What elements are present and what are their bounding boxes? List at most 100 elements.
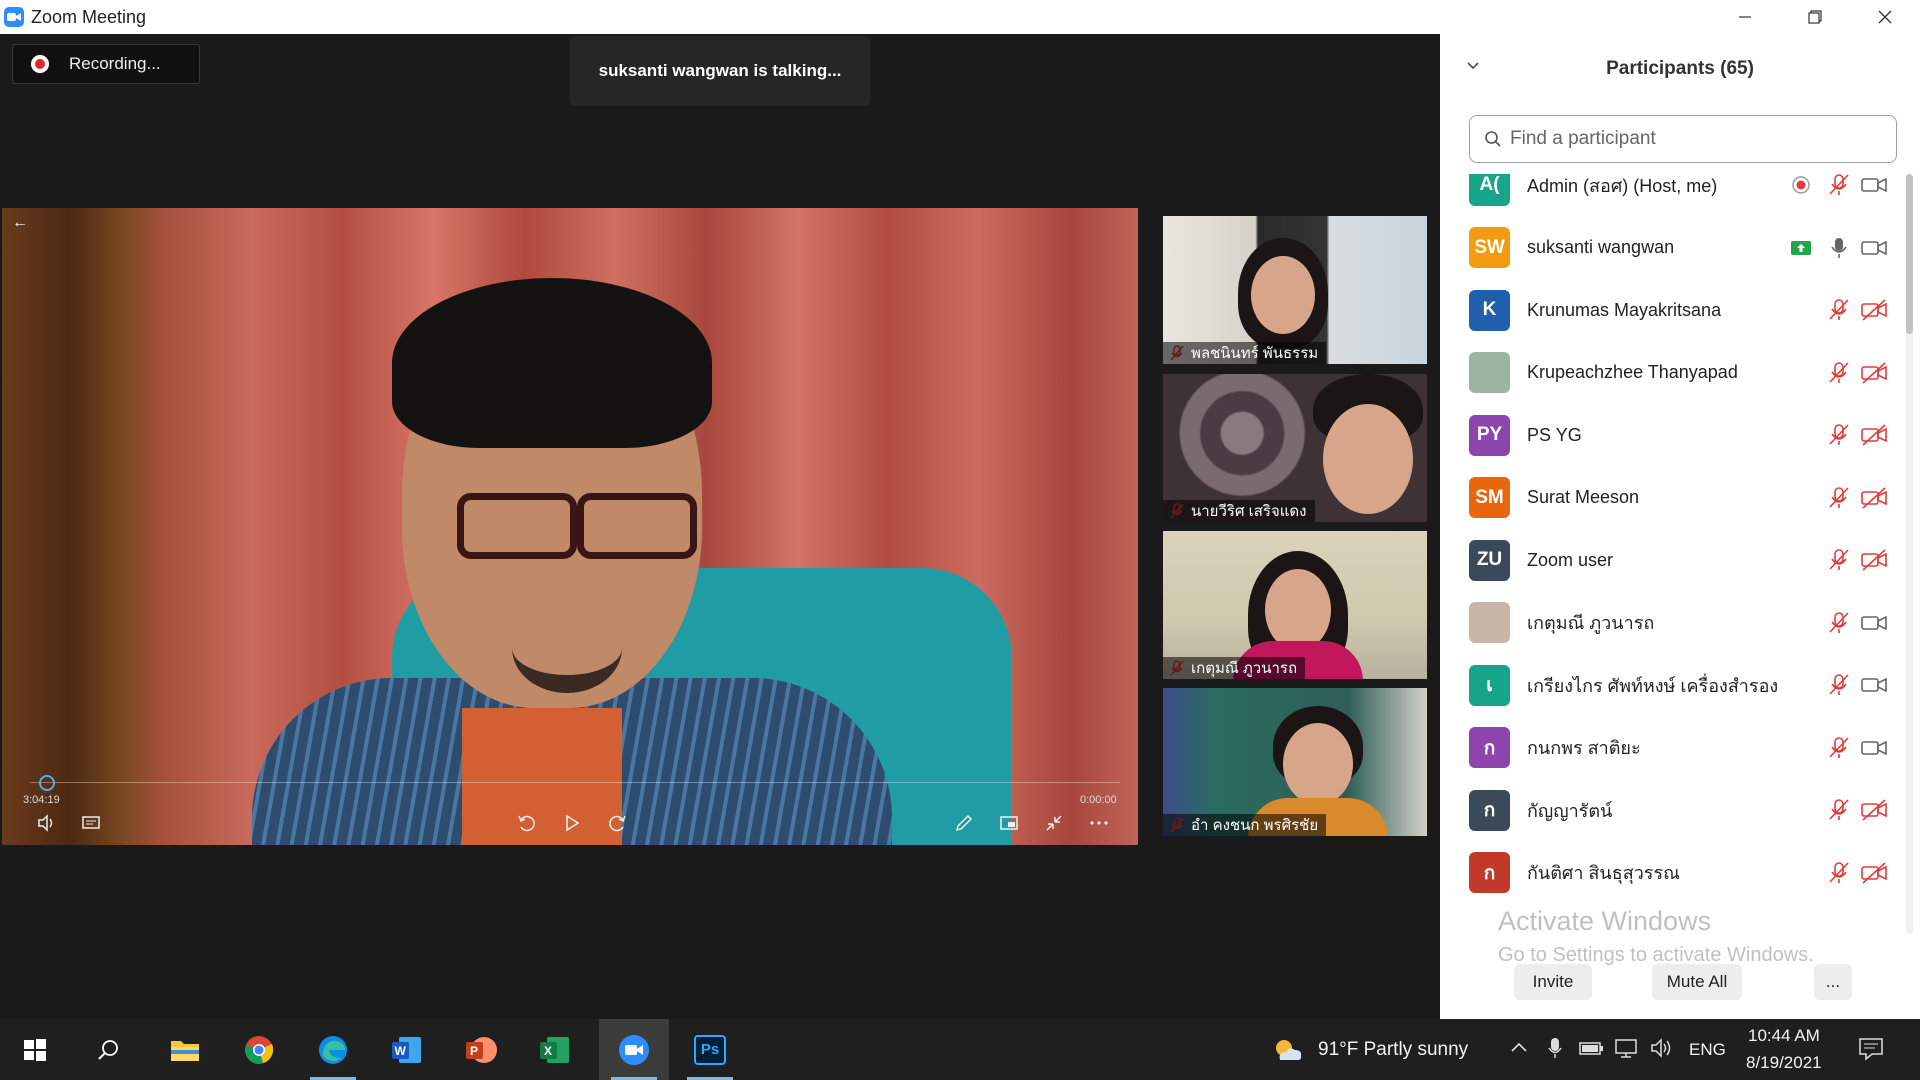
shared-video[interactable]: ← 3:04:19 0:00:00 (2, 208, 1138, 845)
video-off-icon[interactable] (1860, 548, 1888, 572)
mic-muted-icon[interactable] (1827, 673, 1851, 697)
mic-muted-icon[interactable] (1827, 174, 1851, 197)
edge-button[interactable] (298, 1019, 368, 1080)
chevron-down-icon (1467, 62, 1479, 70)
participant-row[interactable]: เ เกรียงไกร ศัพท์หงษ์ เครื่องสำรอง (1440, 654, 1900, 716)
participant-row[interactable]: ก กัญญารัตน์ (1440, 779, 1900, 841)
mic-muted-icon[interactable] (1827, 548, 1851, 572)
microphone-tray-button[interactable] (1548, 1037, 1562, 1064)
powerpoint-button[interactable]: P (446, 1019, 516, 1080)
excel-button[interactable]: X (520, 1019, 590, 1080)
video-off-icon[interactable] (1860, 423, 1888, 447)
participant-name: Admin (สอศ) (Host, me) (1527, 175, 1718, 196)
close-button[interactable] (1850, 0, 1920, 34)
mic-muted-icon[interactable] (1827, 736, 1851, 760)
participant-row[interactable]: เกตุมณี ภูวนารถ (1440, 592, 1900, 654)
participant-row[interactable]: Krupeachzhee Thanyapad (1440, 342, 1900, 404)
participant-name: PS YG (1527, 424, 1582, 445)
participant-row[interactable]: ZU Zoom user (1440, 529, 1900, 591)
show-hidden-icons-button[interactable] (1510, 1037, 1528, 1058)
tile-face (1251, 256, 1315, 334)
notifications-button[interactable] (1858, 1037, 1884, 1066)
participant-video-tile[interactable]: อำ คงชนก พรศิรชัย (1163, 688, 1427, 836)
video-off-icon[interactable] (1860, 798, 1888, 822)
mic-muted-icon[interactable] (1827, 798, 1851, 822)
participant-video-tile[interactable]: เกตุมณี ภูวนารถ (1163, 531, 1427, 679)
mute-all-button[interactable]: Mute All (1652, 964, 1742, 1000)
scrollbar-thumb[interactable] (1906, 174, 1913, 334)
mic-muted-icon[interactable] (1827, 298, 1851, 322)
weather-button[interactable] (1270, 1019, 1306, 1080)
mic-muted-icon[interactable] (1827, 861, 1851, 885)
participant-row[interactable]: ก กันติศา สินธุสุวรรณ (1440, 842, 1900, 904)
participant-video-tile[interactable]: พลชนินทร์ พันธรรม (1163, 216, 1427, 364)
volume-button[interactable] (34, 810, 60, 836)
mic-muted-icon[interactable] (1827, 486, 1851, 510)
network-tray-button[interactable] (1614, 1037, 1640, 1064)
recording-label: Recording... (69, 54, 161, 73)
more-options-button[interactable] (1086, 810, 1112, 836)
battery-tray-button[interactable] (1578, 1037, 1604, 1062)
video-off-icon[interactable] (1860, 361, 1888, 385)
mic-muted-icon[interactable] (1827, 611, 1851, 635)
video-off-icon[interactable] (1860, 298, 1888, 322)
search-icon (98, 1039, 118, 1060)
invite-button[interactable]: Invite (1514, 964, 1592, 1000)
taskbar-search-button[interactable] (73, 1019, 143, 1080)
start-button[interactable] (0, 1019, 70, 1080)
back-arrow-icon[interactable]: ← (12, 214, 28, 232)
close-icon (1878, 10, 1892, 24)
minimize-icon (1739, 16, 1751, 18)
participant-row[interactable]: K Krunumas Mayakritsana (1440, 279, 1900, 341)
clock-date[interactable]: 8/19/2021 (1746, 1053, 1822, 1073)
recording-indicator[interactable]: Recording... (12, 44, 200, 84)
video-icon[interactable] (1860, 611, 1888, 635)
progress-knob[interactable] (38, 775, 55, 791)
minimize-button[interactable] (1710, 0, 1780, 34)
participant-search-box[interactable] (1469, 115, 1897, 163)
video-icon[interactable] (1860, 736, 1888, 760)
participant-avatar: SW (1469, 227, 1510, 268)
chrome-icon (245, 1035, 274, 1064)
pip-button[interactable] (996, 810, 1022, 836)
captions-button[interactable] (78, 810, 104, 836)
video-off-icon[interactable] (1860, 861, 1888, 885)
progress-track[interactable] (30, 782, 1120, 783)
mic-muted-icon[interactable] (1827, 361, 1851, 385)
input-language[interactable]: ENG (1689, 1040, 1726, 1060)
participant-list-scrollbar[interactable] (1906, 174, 1913, 934)
participant-row[interactable]: A(Admin (สอศ) (Host, me) (1440, 174, 1900, 216)
participant-row[interactable]: PY PS YG (1440, 404, 1900, 466)
video-shirt (462, 708, 622, 845)
collapse-panel-button[interactable] (1466, 58, 1480, 76)
participant-row[interactable]: SW suksanti wangwan (1440, 217, 1900, 279)
mic-muted-icon[interactable] (1827, 423, 1851, 447)
skip-back-button[interactable] (514, 810, 540, 836)
zoom-icon (619, 1034, 649, 1065)
play-button[interactable] (559, 810, 585, 836)
restore-button[interactable] (1780, 0, 1850, 34)
participant-video-tile[interactable]: นายวีริศ เสริจแดง (1163, 374, 1427, 522)
zoom-taskbar-button[interactable] (599, 1019, 669, 1080)
video-off-icon[interactable] (1860, 486, 1888, 510)
participant-row[interactable]: ก กนกพร สาติยะ (1440, 717, 1900, 779)
file-explorer-button[interactable] (150, 1019, 220, 1080)
clock-time[interactable]: 10:44 AM (1748, 1026, 1820, 1046)
participant-search-input[interactable] (1510, 128, 1890, 150)
word-button[interactable]: W (372, 1019, 442, 1080)
participant-row[interactable]: SM Surat Meeson (1440, 467, 1900, 529)
speaker-icon (1651, 1038, 1671, 1058)
participant-name: Krupeachzhee Thanyapad (1527, 362, 1738, 382)
video-icon[interactable] (1860, 673, 1888, 697)
exit-fullscreen-button[interactable] (1041, 810, 1067, 836)
skip-forward-button[interactable] (604, 810, 630, 836)
mic-icon[interactable] (1827, 236, 1851, 260)
photoshop-button[interactable]: Ps (675, 1019, 745, 1080)
weather-text[interactable]: 91°F Partly sunny (1318, 1039, 1468, 1061)
more-panel-options-button[interactable]: ... (1814, 964, 1852, 1000)
annotate-button[interactable] (951, 810, 977, 836)
video-icon[interactable] (1860, 174, 1888, 197)
volume-tray-button[interactable] (1650, 1037, 1674, 1064)
chrome-button[interactable] (224, 1019, 294, 1080)
video-icon[interactable] (1860, 236, 1888, 260)
